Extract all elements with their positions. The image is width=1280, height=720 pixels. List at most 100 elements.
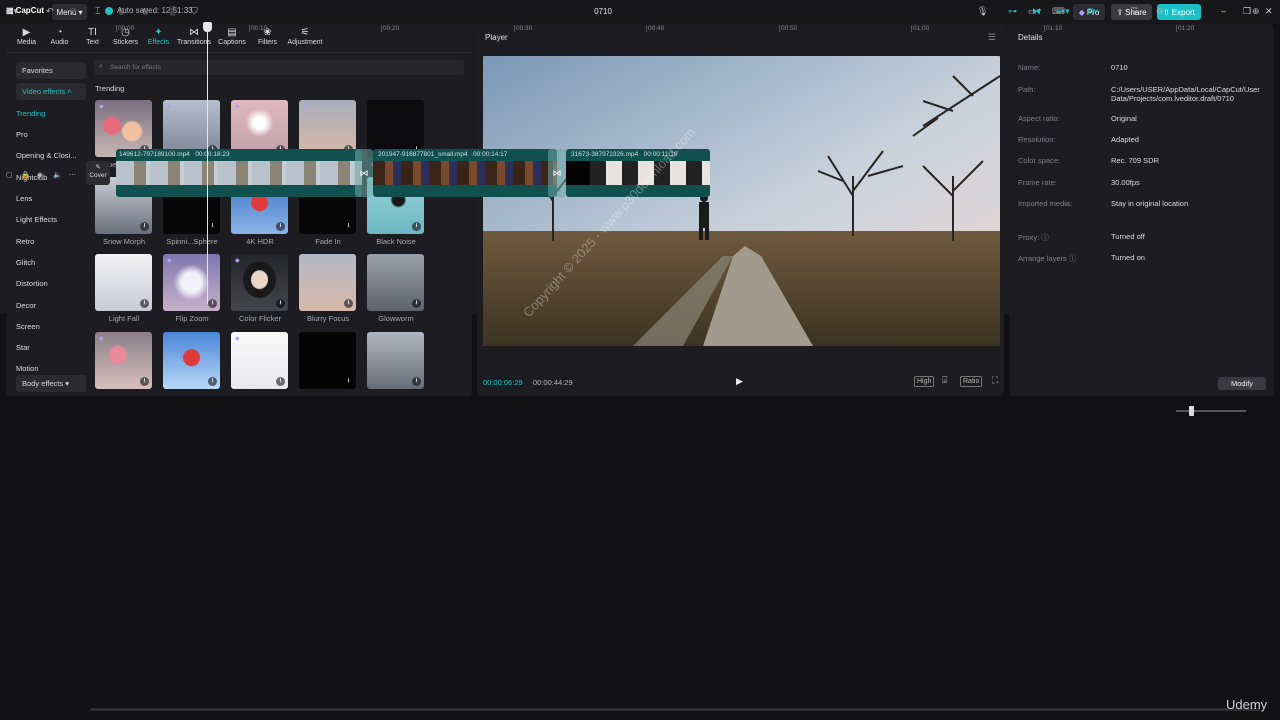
close-icon[interactable]: ✕	[1265, 6, 1273, 17]
sidebar-item-star[interactable]: Star	[16, 343, 30, 352]
download-icon[interactable]: ⭳	[140, 222, 149, 231]
sidebar-video-effects[interactable]: Video effects ˄	[16, 83, 86, 100]
video-clip-1[interactable]: 149612-797189100.mp4 00:00:18:23	[116, 149, 362, 197]
effect-thumbnail[interactable]: ◆⭳	[231, 254, 288, 311]
download-icon[interactable]: ⭳	[412, 377, 421, 386]
split-icon[interactable]: ⌶	[95, 6, 100, 17]
effects-search-input[interactable]: ⌕ Search for effects	[94, 60, 464, 75]
tab-effects[interactable]: ✦ Effects	[142, 24, 175, 52]
audio-mute-icon[interactable]: 🔈	[53, 171, 62, 179]
select-tool-icon[interactable]: ➤▾	[6, 6, 18, 17]
snapshot-icon[interactable]: ⌻	[940, 376, 949, 385]
sidebar-item-glitch[interactable]: Glitch	[16, 258, 35, 267]
ruler-label: 00:30	[516, 25, 533, 32]
cover-button[interactable]: ✎ Cover	[86, 161, 110, 185]
video-preview[interactable]	[483, 56, 1000, 346]
ruler-label: 01:10	[1046, 25, 1063, 32]
sidebar-item-trending[interactable]: Trending	[16, 109, 45, 118]
effect-thumbnail[interactable]: ◆⭳	[231, 332, 288, 389]
magnet-icon[interactable]: ⊶	[1008, 6, 1017, 17]
clip-label: 201947-916877801_small.mp4 00:00:14:17	[378, 151, 507, 158]
more-icon[interactable]: ⋯	[69, 171, 76, 179]
modify-button[interactable]: Modify	[1218, 377, 1266, 390]
eye-icon[interactable]: ◉	[37, 171, 43, 179]
microphone-icon[interactable]: 🎙	[977, 6, 988, 17]
sidebar-item-distortion[interactable]: Distortion	[16, 279, 48, 288]
lock-icon[interactable]: 🔒	[21, 171, 30, 179]
tab-captions[interactable]: ▤ Captions	[213, 24, 251, 52]
player-panel: Player ☰ 00:00:06:29 00:00:44:29 ▶ High …	[477, 24, 1004, 396]
effect-thumbnail[interactable]: ⭳	[299, 254, 356, 311]
zoom-slider-knob[interactable]	[1189, 406, 1194, 416]
sidebar-item-decor[interactable]: Decor	[16, 301, 36, 310]
transition-1[interactable]: ⋈	[355, 149, 373, 197]
sidebar-item-light-effects[interactable]: Light Effects	[16, 215, 57, 224]
download-icon[interactable]: ⭳	[412, 222, 421, 231]
sidebar-item-retro[interactable]: Retro	[16, 237, 34, 246]
section-title: Trending	[95, 84, 125, 93]
snap-icon[interactable]: ⧉▾	[1088, 6, 1098, 17]
zoom-slider[interactable]	[1176, 410, 1246, 412]
marker-icon[interactable]: ⛉	[191, 6, 198, 17]
effect-thumbnail[interactable]: ⭳	[367, 332, 424, 389]
sidebar-item-screen[interactable]: Screen	[16, 322, 40, 331]
download-icon[interactable]: ⭳	[140, 377, 149, 386]
redo-icon[interactable]: ↷	[70, 6, 78, 17]
transition-2[interactable]: ⋈	[548, 149, 566, 197]
download-icon[interactable]: ⭳	[276, 377, 285, 386]
undo-icon[interactable]: ↶	[46, 6, 54, 17]
download-icon[interactable]: ⭳	[344, 299, 353, 308]
download-icon[interactable]: ⭳	[412, 299, 421, 308]
detail-value-path: C:/Users/USER/AppData/Local/CapCut/User …	[1111, 85, 1260, 103]
tab-audio[interactable]: ◔ Audio	[43, 24, 76, 52]
download-icon[interactable]: ⭳	[344, 377, 353, 386]
minimize-icon[interactable]: –	[1221, 6, 1226, 16]
download-icon[interactable]: ⭳	[276, 299, 285, 308]
trim-left-icon[interactable]: ⌷	[119, 6, 124, 17]
sidebar-item-opening-closing[interactable]: Opening & Closi...	[16, 151, 76, 160]
caption-track-icon[interactable]: ⎘	[1131, 6, 1138, 17]
link-icon[interactable]: ⧓	[1032, 6, 1041, 17]
quality-button[interactable]: High	[914, 376, 935, 387]
effect-label: Snow Morph	[102, 237, 146, 246]
zoom-in-icon[interactable]: ⊕	[1252, 6, 1260, 17]
tab-adjustment[interactable]: ⚟ Adjustment	[284, 24, 326, 52]
ratio-button[interactable]: Ratio	[960, 376, 983, 387]
play-icon: ▶	[736, 376, 743, 386]
tab-text[interactable]: TI Text	[76, 24, 109, 52]
video-clip-2[interactable]: 201947-916877801_small.mp4 00:00:14:17	[373, 149, 557, 197]
track-checkbox-icon[interactable]: ▢	[6, 171, 13, 179]
timeline-scrollbar[interactable]	[90, 708, 1260, 711]
sidebar-item-pro[interactable]: Pro	[16, 130, 28, 139]
export-button[interactable]: ⇧ Export	[1157, 4, 1201, 20]
fullscreen-icon[interactable]: ⛶	[990, 376, 1000, 385]
effect-thumbnail[interactable]: ⭳	[95, 254, 152, 311]
restore-icon[interactable]: ❐	[1243, 6, 1251, 17]
effect-thumbnail[interactable]: ◆⭳	[163, 254, 220, 311]
download-icon[interactable]: ⭳	[208, 299, 217, 308]
playhead-handle[interactable]	[203, 22, 212, 32]
download-icon[interactable]: ⭳	[276, 222, 285, 231]
effect-thumbnail[interactable]: ⭳	[163, 332, 220, 389]
effect-thumbnail[interactable]: ⭳	[299, 332, 356, 389]
trim-right-icon[interactable]: ⌷	[143, 6, 148, 17]
tab-media[interactable]: ▶ Media	[10, 24, 43, 52]
playhead[interactable]	[207, 22, 208, 304]
zoom-out-icon[interactable]: ⊖	[1156, 6, 1164, 17]
effect-thumbnail[interactable]: ◆⭳	[95, 332, 152, 389]
delete-icon[interactable]: 🗑	[167, 6, 178, 17]
effect-thumbnail[interactable]: ⭳	[367, 254, 424, 311]
download-icon[interactable]: ⭳	[140, 299, 149, 308]
download-icon[interactable]: ⭳	[208, 377, 217, 386]
sidebar-favorites[interactable]: Favorites	[16, 62, 86, 79]
play-button[interactable]: ▶	[736, 376, 743, 387]
ruler-label: 00:50	[781, 25, 798, 32]
sidebar-body-effects[interactable]: Body effects ▾	[16, 375, 86, 392]
hamburger-icon[interactable]: ☰	[988, 32, 996, 43]
download-icon[interactable]: ⭳	[208, 222, 217, 231]
sidebar-item-motion[interactable]: Motion	[16, 364, 39, 373]
detail-label-name: Name:	[1018, 63, 1041, 72]
preview-axis-icon[interactable]: ⊶▾	[1056, 6, 1070, 17]
sidebar-item-lens[interactable]: Lens	[16, 194, 32, 203]
download-icon[interactable]: ⭳	[344, 222, 353, 231]
